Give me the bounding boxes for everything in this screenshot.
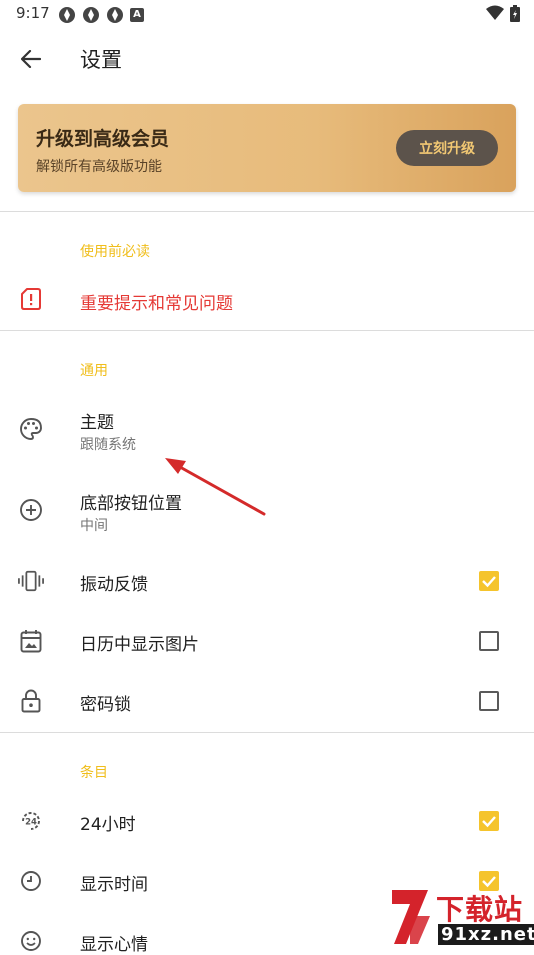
theme-label: 主题	[80, 413, 114, 433]
add-circle-icon	[18, 497, 44, 523]
lock-icon	[18, 688, 44, 714]
faq-row[interactable]: 重要提示和常见问题	[0, 272, 534, 328]
hour24-label: 24小时	[80, 815, 136, 835]
premium-title: 升级到高级会员	[36, 128, 170, 150]
show-time-label: 显示时间	[80, 875, 148, 895]
vibration-checkbox[interactable]	[479, 571, 499, 591]
page-title: 设置	[80, 48, 122, 72]
watermark-logo-icon	[392, 890, 430, 944]
hour24-checkbox[interactable]	[479, 811, 499, 831]
premium-upgrade-card[interactable]: 升级到高级会员 解锁所有高级版功能 立刻升级	[18, 104, 516, 192]
bottom-button-position-row[interactable]: 底部按钮位置 中间	[0, 476, 534, 546]
passcode-row[interactable]: 密码锁	[0, 673, 534, 729]
alert-sim-icon	[18, 286, 44, 312]
status-bar: 9:17 A	[0, 0, 534, 28]
app-badge-icon: A	[130, 8, 144, 22]
vibration-icon	[18, 568, 44, 594]
premium-subtitle: 解锁所有高级版功能	[36, 159, 162, 175]
status-time: 9:17	[16, 4, 50, 22]
show-mood-label: 显示心情	[80, 935, 148, 955]
watermark-line2: 91xz.net	[438, 924, 534, 945]
app-notification-icon	[107, 7, 123, 23]
status-system-icons	[486, 5, 520, 22]
status-notification-icons: A	[58, 6, 144, 24]
calendar-image-icon	[18, 628, 44, 654]
bottom-button-position-value: 中间	[80, 518, 108, 534]
calendar-images-row[interactable]: 日历中显示图片	[0, 613, 534, 669]
smiley-icon	[18, 928, 44, 954]
section-header-must-read: 使用前必读	[80, 244, 150, 260]
calendar-images-checkbox[interactable]	[479, 631, 499, 651]
app-bar: 设置	[0, 28, 534, 88]
passcode-checkbox[interactable]	[479, 691, 499, 711]
watermark: 下载站 91xz.net	[388, 884, 534, 950]
watermark-line1: 下载站	[436, 893, 524, 926]
palette-icon	[18, 416, 44, 442]
vibration-row[interactable]: 振动反馈	[0, 553, 534, 609]
faq-label: 重要提示和常见问题	[80, 294, 233, 314]
clock-24h-icon: 24	[18, 808, 44, 834]
section-header-entries: 条目	[80, 765, 108, 781]
app-notification-icon	[83, 7, 99, 23]
divider	[0, 330, 534, 331]
svg-text:24: 24	[25, 818, 37, 828]
vibration-label: 振动反馈	[80, 575, 148, 595]
section-header-general: 通用	[80, 363, 108, 379]
back-button[interactable]	[14, 44, 48, 74]
arrow-back-icon	[21, 50, 41, 68]
bottom-button-position-label: 底部按钮位置	[80, 494, 182, 514]
calendar-images-label: 日历中显示图片	[80, 635, 199, 655]
theme-value: 跟随系统	[80, 437, 136, 453]
clock-icon	[18, 868, 44, 894]
divider	[0, 732, 534, 733]
app-notification-icon	[59, 7, 75, 23]
upgrade-now-button[interactable]: 立刻升级	[396, 130, 498, 166]
hour24-row[interactable]: 24 24小时	[0, 793, 534, 849]
battery-icon	[510, 5, 520, 22]
wifi-icon	[486, 5, 504, 20]
passcode-label: 密码锁	[80, 695, 131, 715]
theme-row[interactable]: 主题 跟随系统	[0, 396, 534, 466]
divider	[0, 211, 534, 212]
